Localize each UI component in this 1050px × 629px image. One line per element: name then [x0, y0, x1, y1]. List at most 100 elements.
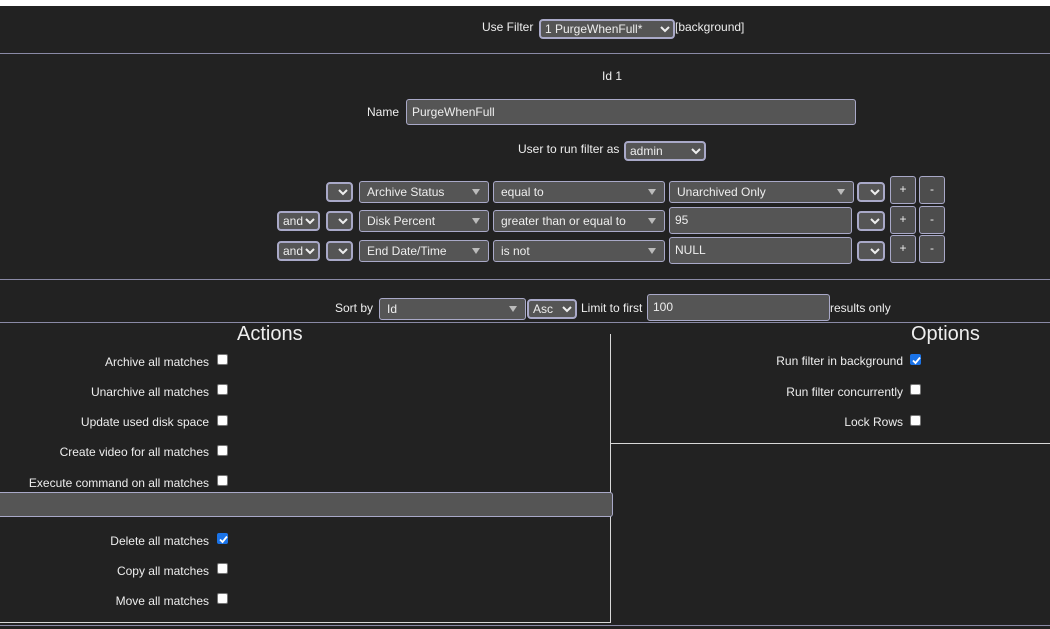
option-lock-rows-label: Lock Rows [844, 415, 903, 429]
term-operator-value: equal to [501, 185, 544, 199]
open-bracket-select[interactable] [326, 182, 353, 202]
action-update-disk-label: Update used disk space [80, 415, 209, 429]
divider [0, 322, 1050, 323]
top-bar [0, 0, 1050, 6]
term-value-select[interactable]: Unarchived Only [669, 181, 854, 203]
sort-direction-select[interactable]: Asc [527, 299, 577, 319]
term-field-value: Archive Status [367, 185, 445, 199]
term-field-value: End Date/Time [367, 244, 447, 258]
divider [0, 625, 1050, 626]
caret-down-icon [648, 218, 656, 224]
action-delete-checkbox[interactable] [217, 533, 228, 544]
open-bracket-select[interactable] [326, 211, 353, 231]
user-label: User to run filter as [518, 142, 620, 156]
term-field-value: Disk Percent [367, 214, 436, 228]
term-value-input[interactable]: NULL [669, 237, 852, 264]
action-archive-checkbox[interactable] [217, 354, 228, 365]
add-term-button[interactable]: + [890, 206, 916, 234]
sort-field-value: Id [387, 302, 398, 316]
conjunction-value: and [283, 214, 304, 228]
term-value-input[interactable]: 95 [669, 207, 852, 234]
caret-down-icon [509, 306, 517, 312]
checkmark-icon [219, 535, 228, 544]
term-field-select[interactable]: Disk Percent [359, 210, 489, 232]
remove-term-button[interactable]: - [919, 235, 945, 263]
option-concurrent-label: Run filter concurrently [786, 385, 903, 399]
action-unarchive-checkbox[interactable] [217, 384, 228, 395]
chevron-down-icon [691, 148, 701, 155]
chevron-down-icon [338, 248, 348, 255]
action-move-checkbox[interactable] [217, 593, 228, 604]
user-selected: admin [630, 144, 663, 158]
caret-down-icon [648, 189, 656, 195]
action-move-label: Move all matches [115, 594, 209, 608]
option-background-label: Run filter in background [776, 354, 903, 368]
user-select[interactable]: admin [624, 141, 706, 161]
sort-field-select[interactable]: Id [379, 298, 526, 320]
sort-label: Sort by [335, 301, 374, 315]
term-field-select[interactable]: End Date/Time [359, 240, 489, 262]
term-operator-select[interactable]: equal to [493, 181, 665, 203]
term-operator-select[interactable]: is not [493, 240, 665, 262]
use-filter-label: Use Filter [482, 20, 534, 34]
close-bracket-select[interactable] [857, 211, 885, 231]
conjunction-select[interactable]: and [277, 211, 320, 231]
action-archive-label: Archive all matches [104, 355, 209, 369]
remove-term-button[interactable]: - [919, 206, 945, 234]
action-execute-checkbox[interactable] [217, 475, 228, 486]
chevron-down-icon [305, 248, 315, 255]
action-update-disk-checkbox[interactable] [217, 415, 228, 426]
chevron-down-icon [870, 218, 880, 225]
caret-down-icon [472, 248, 480, 254]
chevron-down-icon [870, 248, 880, 255]
sort-direction-value: Asc [533, 302, 554, 316]
actions-right-border [610, 334, 611, 623]
caret-down-icon [472, 218, 480, 224]
term-operator-select[interactable]: greater than or equal to [493, 210, 665, 232]
chevron-down-icon [660, 26, 670, 33]
action-execute-label: Execute command on all matches [28, 476, 209, 490]
action-unarchive-label: Unarchive all matches [90, 385, 209, 399]
chevron-down-icon [870, 189, 880, 196]
filter-id: Id 1 [602, 69, 623, 83]
limit-label: Limit to first [581, 301, 643, 315]
action-delete-label: Delete all matches [110, 534, 209, 548]
chevron-down-icon [338, 189, 348, 196]
conjunction-select[interactable]: and [277, 241, 320, 261]
action-copy-checkbox[interactable] [217, 563, 228, 574]
actions-bottom-border [0, 622, 611, 623]
chevron-down-icon [305, 218, 315, 225]
chevron-down-icon [338, 218, 348, 225]
close-bracket-select[interactable] [857, 182, 885, 202]
term-value: Unarchived Only [677, 185, 766, 199]
open-bracket-select[interactable] [326, 241, 353, 261]
name-input[interactable]: PurgeWhenFull [406, 99, 856, 125]
caret-down-icon [837, 189, 845, 195]
options-title: Options [911, 323, 980, 345]
term-operator-value: greater than or equal to [501, 214, 626, 228]
add-term-button[interactable]: + [890, 235, 916, 263]
limit-suffix: results only [830, 301, 891, 315]
use-filter-select[interactable]: 1 PurgeWhenFull* [539, 19, 675, 39]
option-lock-rows-checkbox[interactable] [910, 415, 921, 426]
options-bottom-border [611, 443, 1050, 444]
term-field-select[interactable]: Archive Status [359, 181, 489, 203]
option-background-checkbox[interactable] [910, 354, 921, 365]
conjunction-value: and [283, 244, 304, 258]
use-filter-suffix: [background] [675, 20, 745, 34]
divider [0, 53, 1050, 54]
execute-command-input[interactable] [0, 492, 613, 517]
checkmark-icon [912, 356, 921, 365]
action-video-label: Create video for all matches [59, 445, 209, 459]
term-operator-value: is not [501, 244, 530, 258]
add-term-button[interactable]: + [890, 176, 916, 204]
close-bracket-select[interactable] [857, 241, 885, 261]
chevron-down-icon [562, 306, 572, 313]
caret-down-icon [648, 248, 656, 254]
option-concurrent-checkbox[interactable] [910, 384, 921, 395]
limit-input[interactable]: 100 [647, 294, 830, 321]
use-filter-selected: 1 PurgeWhenFull* [545, 22, 643, 36]
action-video-checkbox[interactable] [217, 445, 228, 456]
remove-term-button[interactable]: - [919, 176, 945, 204]
name-label: Name [366, 105, 399, 119]
